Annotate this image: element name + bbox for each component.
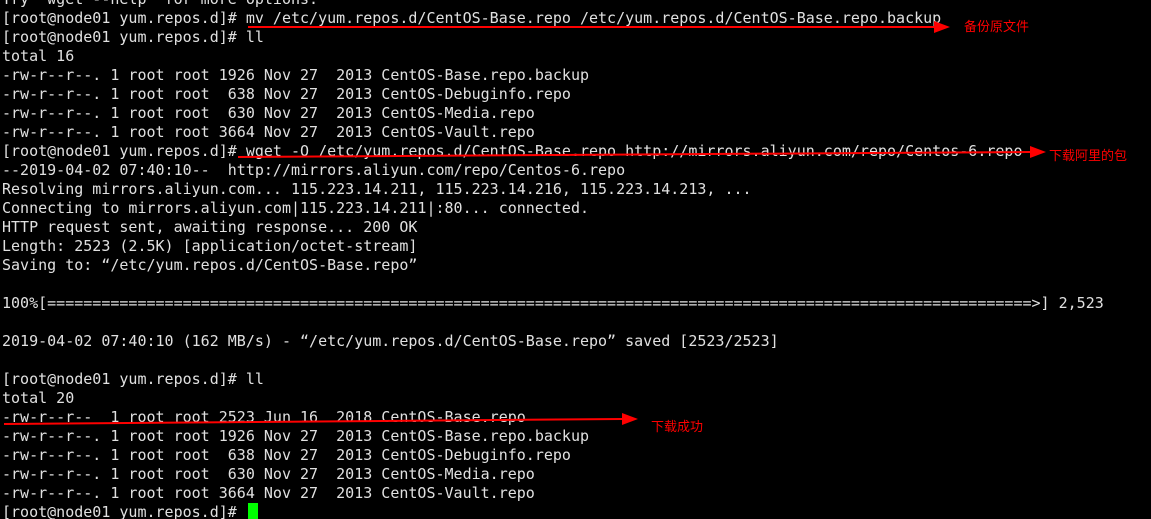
terminal-line-ll-command: [root@node01 yum.repos.d]# ll — [2, 370, 264, 388]
terminal-line-wget-output: Length: 2523 (2.5K) [application/octet-s… — [2, 237, 418, 255]
terminal-line-wget-output: HTTP request sent, awaiting response... … — [2, 218, 418, 236]
annotation-label-download-aliyun: 下载阿里的包 — [1049, 149, 1128, 164]
terminal-line-wget-output: --2019-04-02 07:40:10-- http://mirrors.a… — [2, 161, 626, 179]
terminal-prompt: [root@node01 yum.repos.d]# — [2, 503, 246, 519]
annotation-label-backup: 备份原文件 — [964, 20, 1030, 35]
terminal-line-file-listing: -rw-r--r--. 1 root root 630 Nov 27 2013 … — [2, 465, 535, 483]
terminal-line-wget-output: Connecting to mirrors.aliyun.com|115.223… — [2, 199, 589, 217]
annotation-label-download-success: 下载成功 — [651, 420, 704, 435]
terminal-line-file-listing: -rw-r--r--. 1 root root 638 Nov 27 2013 … — [2, 446, 571, 464]
terminal-line-file-listing: -rw-r--r--. 1 root root 1926 Nov 27 2013… — [2, 427, 589, 445]
terminal-line-wget-output: Saving to: “/etc/yum.repos.d/CentOS-Base… — [2, 256, 418, 274]
terminal-line-file-listing: -rw-r--r--. 1 root root 1926 Nov 27 2013… — [2, 66, 589, 84]
terminal-line-progress-bar: 100%[===================================… — [2, 294, 1104, 312]
terminal-line-wget-command: [root@node01 yum.repos.d]# wget -O /etc/… — [2, 142, 1023, 160]
terminal-line-file-listing-new: -rw-r--r-- 1 root root 2523 Jun 16 2018 … — [2, 408, 526, 426]
terminal-line-file-listing: -rw-r--r--. 1 root root 630 Nov 27 2013 … — [2, 104, 535, 122]
terminal-window[interactable]: Try `wget --help' for more options. [roo… — [0, 0, 1151, 519]
terminal-line-total: total 20 — [2, 389, 75, 407]
terminal-prompt-line[interactable]: [root@node01 yum.repos.d]# — [2, 503, 1151, 519]
terminal-output: Try `wget --help' for more options. [roo… — [2, 0, 1151, 519]
terminal-cursor[interactable] — [247, 503, 258, 519]
terminal-line-wget-output: Resolving mirrors.aliyun.com... 115.223.… — [2, 180, 752, 198]
terminal-line-file-listing: -rw-r--r--. 1 root root 3664 Nov 27 2013… — [2, 484, 535, 502]
terminal-line-file-listing: -rw-r--r--. 1 root root 638 Nov 27 2013 … — [2, 85, 571, 103]
terminal-line-saved-message: 2019-04-02 07:40:10 (162 MB/s) - “/etc/y… — [2, 332, 779, 350]
terminal-line-help-hint: Try `wget --help' for more options. — [2, 0, 1151, 9]
terminal-line-file-listing: -rw-r--r--. 1 root root 3664 Nov 27 2013… — [2, 123, 535, 141]
terminal-line-total: total 16 — [2, 47, 75, 65]
